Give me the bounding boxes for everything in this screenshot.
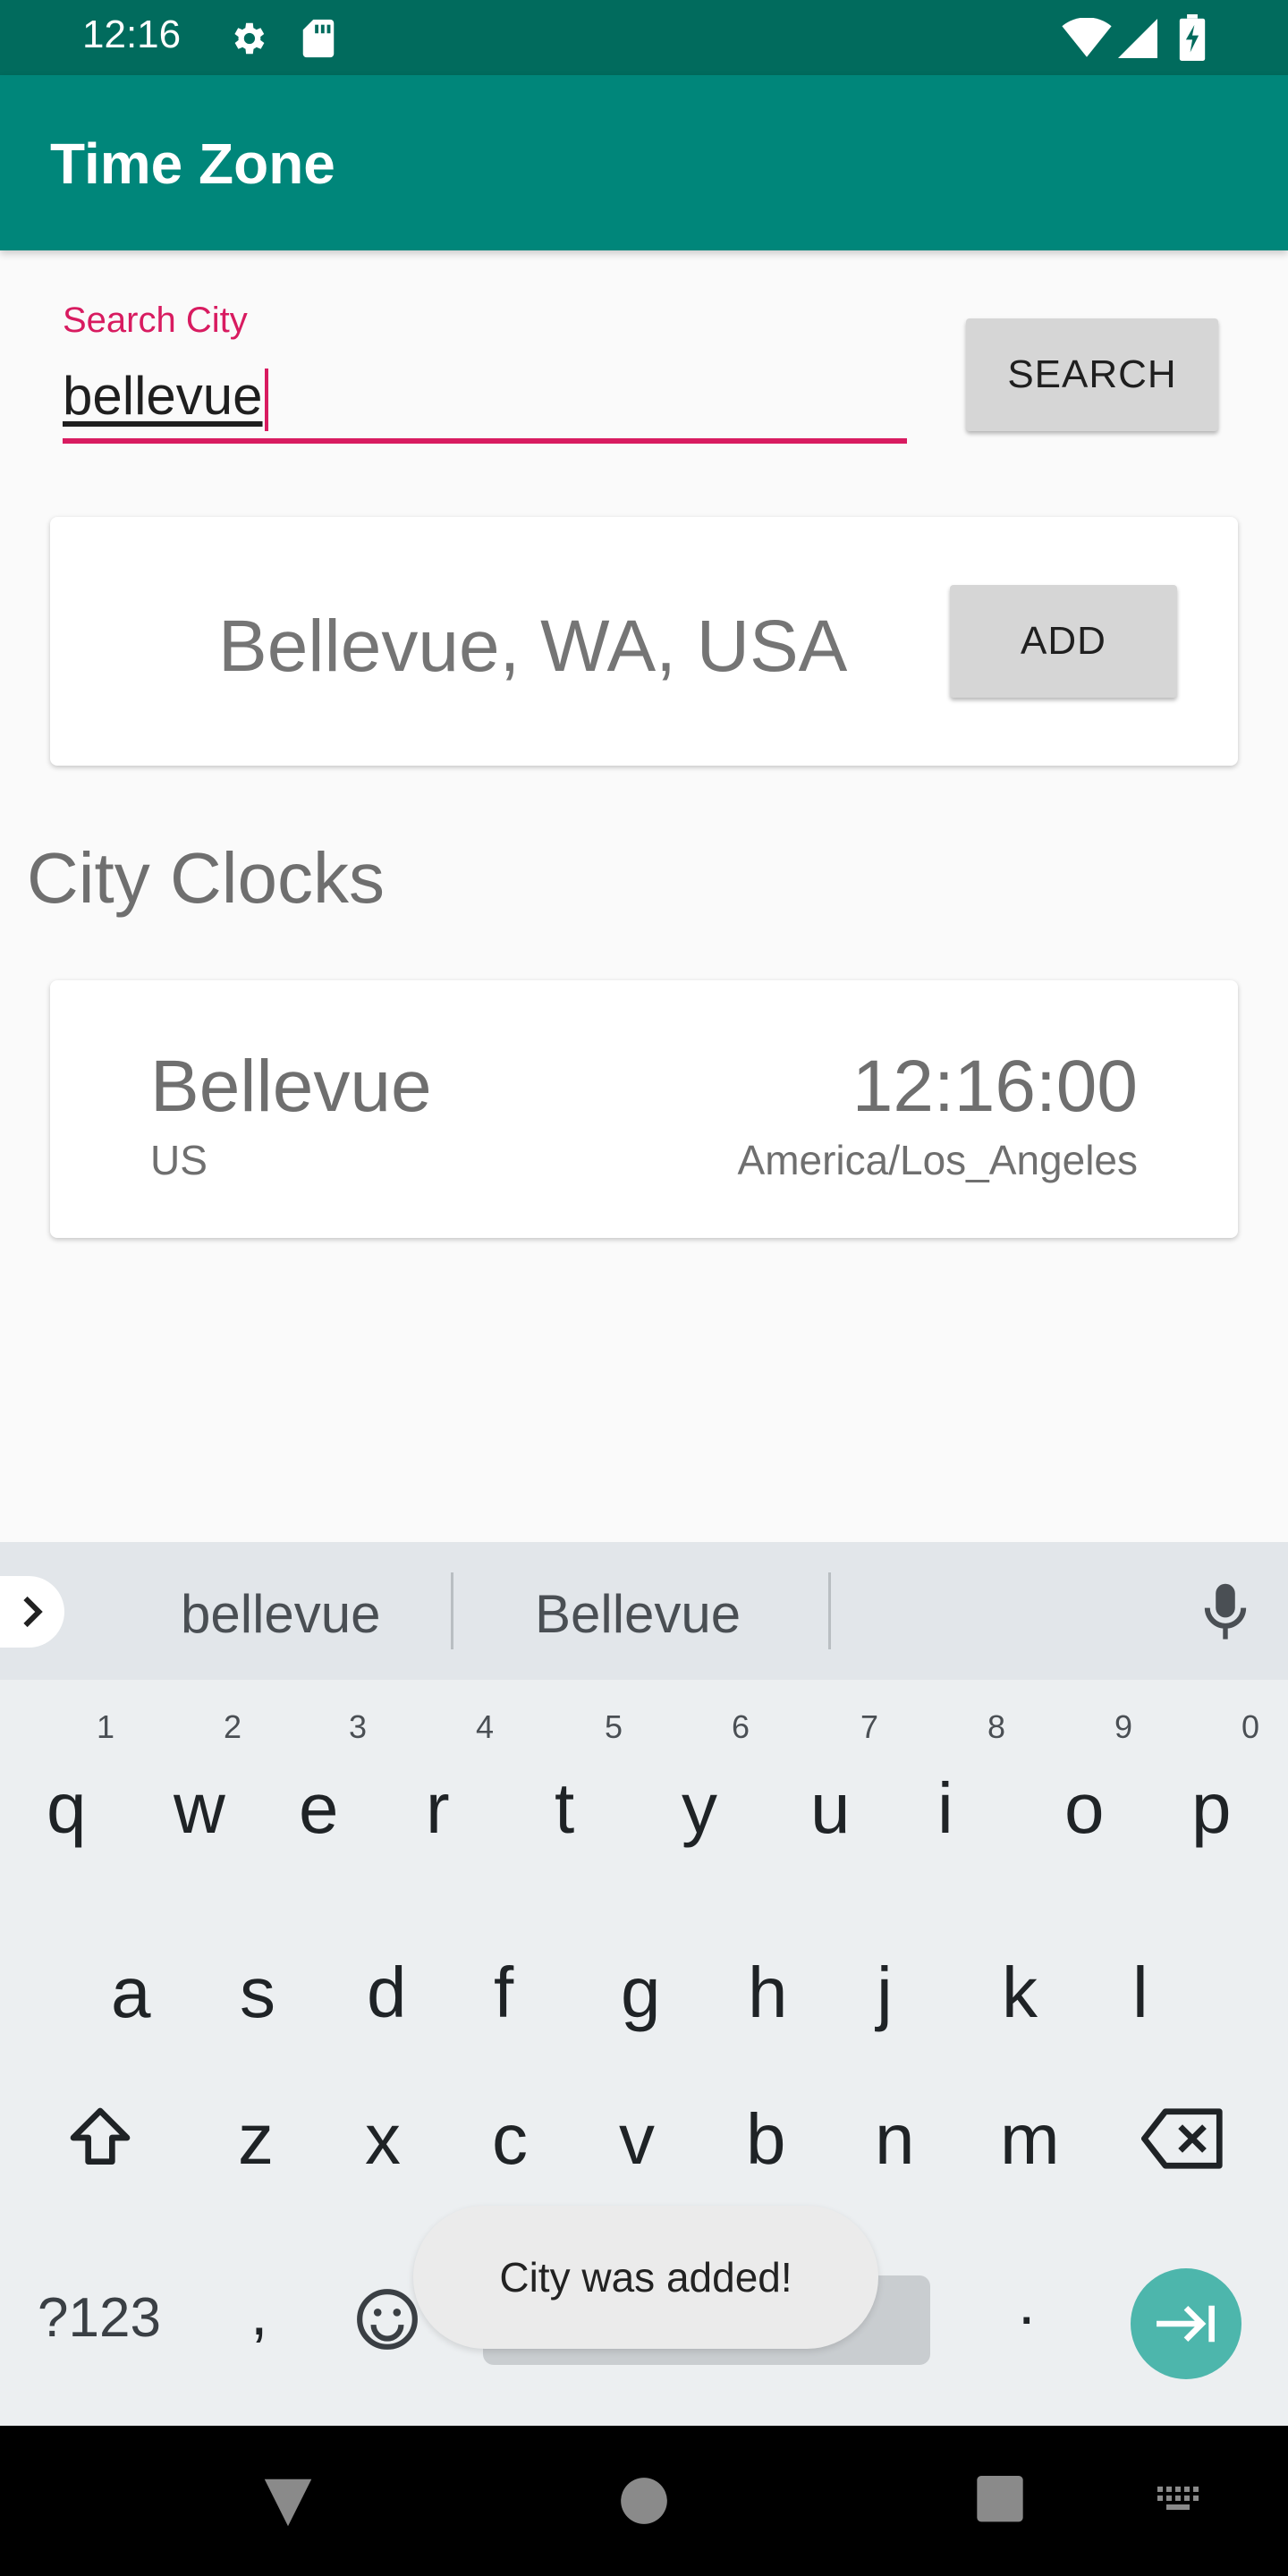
key-i[interactable]: i xyxy=(937,1767,953,1850)
toast: City was added! xyxy=(413,2206,878,2349)
app-title: Time Zone xyxy=(50,131,335,196)
search-result-card: Bellevue, WA, USA ADD xyxy=(50,517,1238,766)
search-city-label: Search City xyxy=(63,301,248,340)
key-f[interactable]: f xyxy=(494,1952,513,2034)
status-bar: 12:16 xyxy=(0,0,1288,75)
recents-icon[interactable] xyxy=(975,2426,1025,2576)
key-hint: 6 xyxy=(732,1708,750,1745)
key-r[interactable]: r xyxy=(426,1767,450,1850)
key-k[interactable]: k xyxy=(1002,1952,1038,2034)
key-p[interactable]: p xyxy=(1191,1767,1232,1850)
key-s[interactable]: s xyxy=(240,1952,275,2034)
search-result-place: Bellevue, WA, USA xyxy=(218,606,848,687)
search-city-input[interactable]: bellevue xyxy=(63,358,907,444)
toast-message: City was added! xyxy=(499,2254,792,2301)
text-cursor xyxy=(264,369,268,432)
key-v[interactable]: v xyxy=(619,2098,655,2181)
city-clock-card[interactable]: Bellevue US 12:16:00 America/Los_Angeles xyxy=(50,980,1238,1238)
suggestion-divider xyxy=(451,1572,453,1649)
key-b[interactable]: b xyxy=(746,2098,786,2181)
clock-timezone: America/Los_Angeles xyxy=(737,1137,1138,1183)
home-icon[interactable] xyxy=(621,2426,667,2576)
tab-arrow-icon xyxy=(1157,2305,1215,2343)
emoji-icon[interactable] xyxy=(354,2286,420,2352)
navigation-bar xyxy=(0,2426,1288,2576)
key-q[interactable]: q xyxy=(47,1767,87,1850)
key-w[interactable]: w xyxy=(174,1767,225,1850)
key-hint: 7 xyxy=(860,1708,879,1745)
suggestion-item[interactable]: bellevue xyxy=(181,1583,381,1645)
suggestion-strip: bellevue Bellevue xyxy=(0,1542,1288,1680)
clock-country: US xyxy=(150,1137,208,1183)
key-hint: 5 xyxy=(605,1708,623,1745)
signal-icon xyxy=(1118,19,1157,58)
status-time: 12:16 xyxy=(82,13,182,56)
key-hint: 1 xyxy=(97,1708,115,1745)
key-d[interactable]: d xyxy=(367,1952,407,2034)
key-l[interactable]: l xyxy=(1132,1952,1148,2034)
battery-charging-icon xyxy=(1179,14,1206,61)
key-hint: 4 xyxy=(476,1708,495,1745)
key-u[interactable]: u xyxy=(810,1767,851,1850)
city-clocks-title: City Clocks xyxy=(27,838,386,918)
key-hint: 9 xyxy=(1114,1708,1133,1745)
enter-key[interactable] xyxy=(1131,2268,1241,2379)
key-hint: 3 xyxy=(349,1708,368,1745)
clock-time: 12:16:00 xyxy=(852,1046,1138,1127)
shift-icon[interactable] xyxy=(64,2102,136,2174)
key-c[interactable]: c xyxy=(492,2098,528,2181)
suggestion-divider xyxy=(828,1572,831,1649)
wifi-icon xyxy=(1062,18,1112,57)
key-h[interactable]: h xyxy=(748,1952,788,2034)
back-icon[interactable] xyxy=(259,2428,317,2576)
key-o[interactable]: o xyxy=(1064,1767,1105,1850)
key-z[interactable]: z xyxy=(238,2098,274,2181)
key-e[interactable]: e xyxy=(299,1767,339,1850)
suggestion-item[interactable]: Bellevue xyxy=(535,1583,741,1645)
chevron-right-icon[interactable] xyxy=(0,1576,64,1648)
comma-key[interactable]: , xyxy=(250,2277,267,2349)
symbols-key[interactable]: ?123 xyxy=(38,2286,161,2350)
key-hint: 0 xyxy=(1241,1708,1260,1745)
key-x[interactable]: x xyxy=(365,2098,401,2181)
sd-card-icon xyxy=(302,19,335,58)
key-hint: 8 xyxy=(987,1708,1006,1745)
key-m[interactable]: m xyxy=(1000,2098,1060,2181)
gear-icon xyxy=(234,22,265,55)
key-n[interactable]: n xyxy=(875,2098,915,2181)
microphone-icon[interactable] xyxy=(1199,1581,1252,1644)
key-t[interactable]: t xyxy=(555,1767,574,1850)
period-key[interactable]: . xyxy=(1018,2267,1035,2338)
key-j[interactable]: j xyxy=(877,1952,893,2034)
keyboard-switch-icon[interactable] xyxy=(1154,2426,1204,2576)
key-a[interactable]: a xyxy=(111,1952,151,2034)
key-hint: 2 xyxy=(224,1708,242,1745)
app-bar: Time Zone xyxy=(0,75,1288,250)
search-button[interactable]: SEARCH xyxy=(966,318,1218,431)
search-city-value: bellevue xyxy=(63,366,263,426)
key-g[interactable]: g xyxy=(621,1952,661,2034)
backspace-icon[interactable] xyxy=(1141,2106,1225,2172)
clock-city-name: Bellevue xyxy=(150,1046,432,1127)
key-y[interactable]: y xyxy=(682,1767,717,1850)
add-button[interactable]: ADD xyxy=(950,585,1177,698)
